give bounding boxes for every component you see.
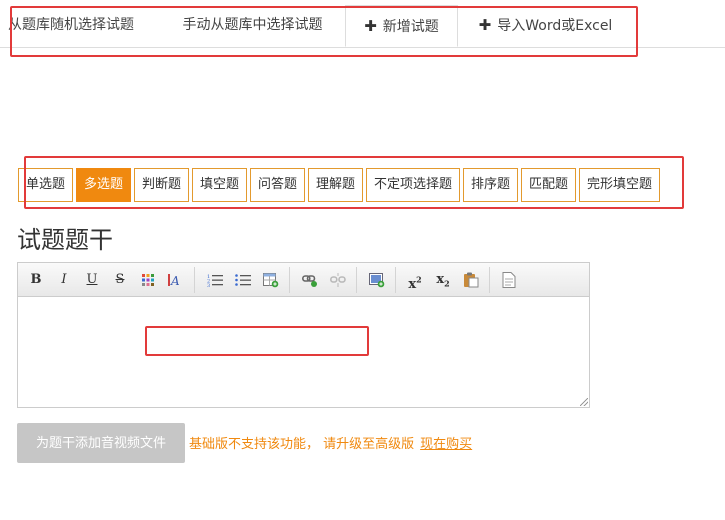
buy-now-link[interactable]: 现在购买: [420, 437, 472, 452]
font-size-button[interactable]: A: [165, 269, 187, 291]
plus-icon: ✚: [364, 17, 377, 35]
qtype-ordering[interactable]: 排序题: [463, 168, 518, 202]
bold-button[interactable]: B: [25, 269, 47, 291]
plus-icon: ✚: [478, 16, 492, 34]
ordered-list-icon: 123: [207, 274, 223, 289]
subscript-button[interactable]: x2: [432, 269, 454, 291]
subscript-icon: x2: [436, 272, 450, 289]
tab-label: 手动从题库中选择试题: [182, 17, 323, 33]
qtype-indefinite-choice[interactable]: 不定项选择题: [366, 168, 460, 202]
tab-manual-select[interactable]: 手动从题库中选择试题: [165, 5, 340, 46]
resize-handle[interactable]: [580, 398, 588, 406]
svg-text:A: A: [170, 274, 180, 287]
superscript-icon: x2: [408, 275, 422, 293]
paste-button[interactable]: [460, 269, 482, 291]
tab-label: 从题库随机选择试题: [8, 17, 134, 33]
qtype-comprehension[interactable]: 理解题: [308, 168, 363, 202]
toolbar-divider: [395, 267, 396, 293]
editor-toolbar: B I U S A 123 x2 x2: [18, 263, 589, 297]
qtype-multiple-choice[interactable]: 多选题: [76, 168, 131, 202]
qtype-fill-blank[interactable]: 填空题: [192, 168, 247, 202]
document-icon: [502, 272, 516, 288]
unordered-list-icon: [235, 274, 251, 286]
stem-editor: B I U S A 123 x2 x2: [17, 262, 590, 408]
add-media-button[interactable]: 为题干添加音视频文件: [17, 423, 185, 463]
qtype-qa[interactable]: 问答题: [250, 168, 305, 202]
toolbar-divider: [489, 267, 490, 293]
clipboard-icon: [464, 272, 479, 288]
tab-add-question[interactable]: ✚ 新增试题: [345, 5, 458, 47]
source-code-button[interactable]: [498, 269, 520, 291]
notice-text: 基础版不支持该功能， 请升级至高级版: [189, 437, 415, 452]
qtype-true-false[interactable]: 判断题: [134, 168, 189, 202]
image-add-icon: [369, 273, 385, 288]
superscript-button[interactable]: x2: [404, 269, 426, 293]
tab-bar: 从题库随机选择试题 手动从题库中选择试题 ✚ 新增试题 ✚ 导入Word或Excel: [0, 0, 725, 48]
color-grid-icon: [142, 274, 154, 286]
toolbar-divider: [194, 267, 195, 293]
tab-import-word-excel[interactable]: ✚ 导入Word或Excel: [458, 5, 633, 46]
insert-image-button[interactable]: [366, 269, 388, 291]
toolbar-divider: [289, 267, 290, 293]
font-color-button[interactable]: [137, 269, 159, 291]
underline-button[interactable]: U: [81, 269, 103, 291]
upgrade-notice: 基础版不支持该功能， 请升级至高级版 现在购买: [189, 433, 472, 452]
italic-button[interactable]: I: [53, 269, 75, 291]
tab-label: 新增试题: [382, 19, 439, 35]
svg-text:3: 3: [207, 283, 210, 287]
unlink-button[interactable]: [327, 269, 349, 291]
strikethrough-button[interactable]: S: [109, 269, 131, 291]
unordered-list-button[interactable]: [232, 269, 254, 291]
insert-link-button[interactable]: [299, 269, 321, 291]
table-add-icon: [263, 273, 279, 288]
stem-heading: 试题题干: [17, 226, 113, 254]
toolbar-divider: [356, 267, 357, 293]
link-icon: [302, 275, 317, 287]
tab-label: 导入Word或Excel: [497, 18, 613, 34]
ordered-list-button[interactable]: 123: [204, 269, 226, 291]
qtype-cloze[interactable]: 完形填空题: [579, 168, 660, 202]
editor-content-area[interactable]: [18, 297, 589, 407]
unlink-icon: [330, 273, 346, 287]
insert-table-button[interactable]: [260, 269, 282, 291]
qtype-matching[interactable]: 匹配题: [521, 168, 576, 202]
tab-random-select[interactable]: 从题库随机选择试题: [8, 5, 158, 46]
font-size-icon: A: [168, 274, 180, 288]
qtype-single-choice[interactable]: 单选题: [18, 168, 73, 202]
